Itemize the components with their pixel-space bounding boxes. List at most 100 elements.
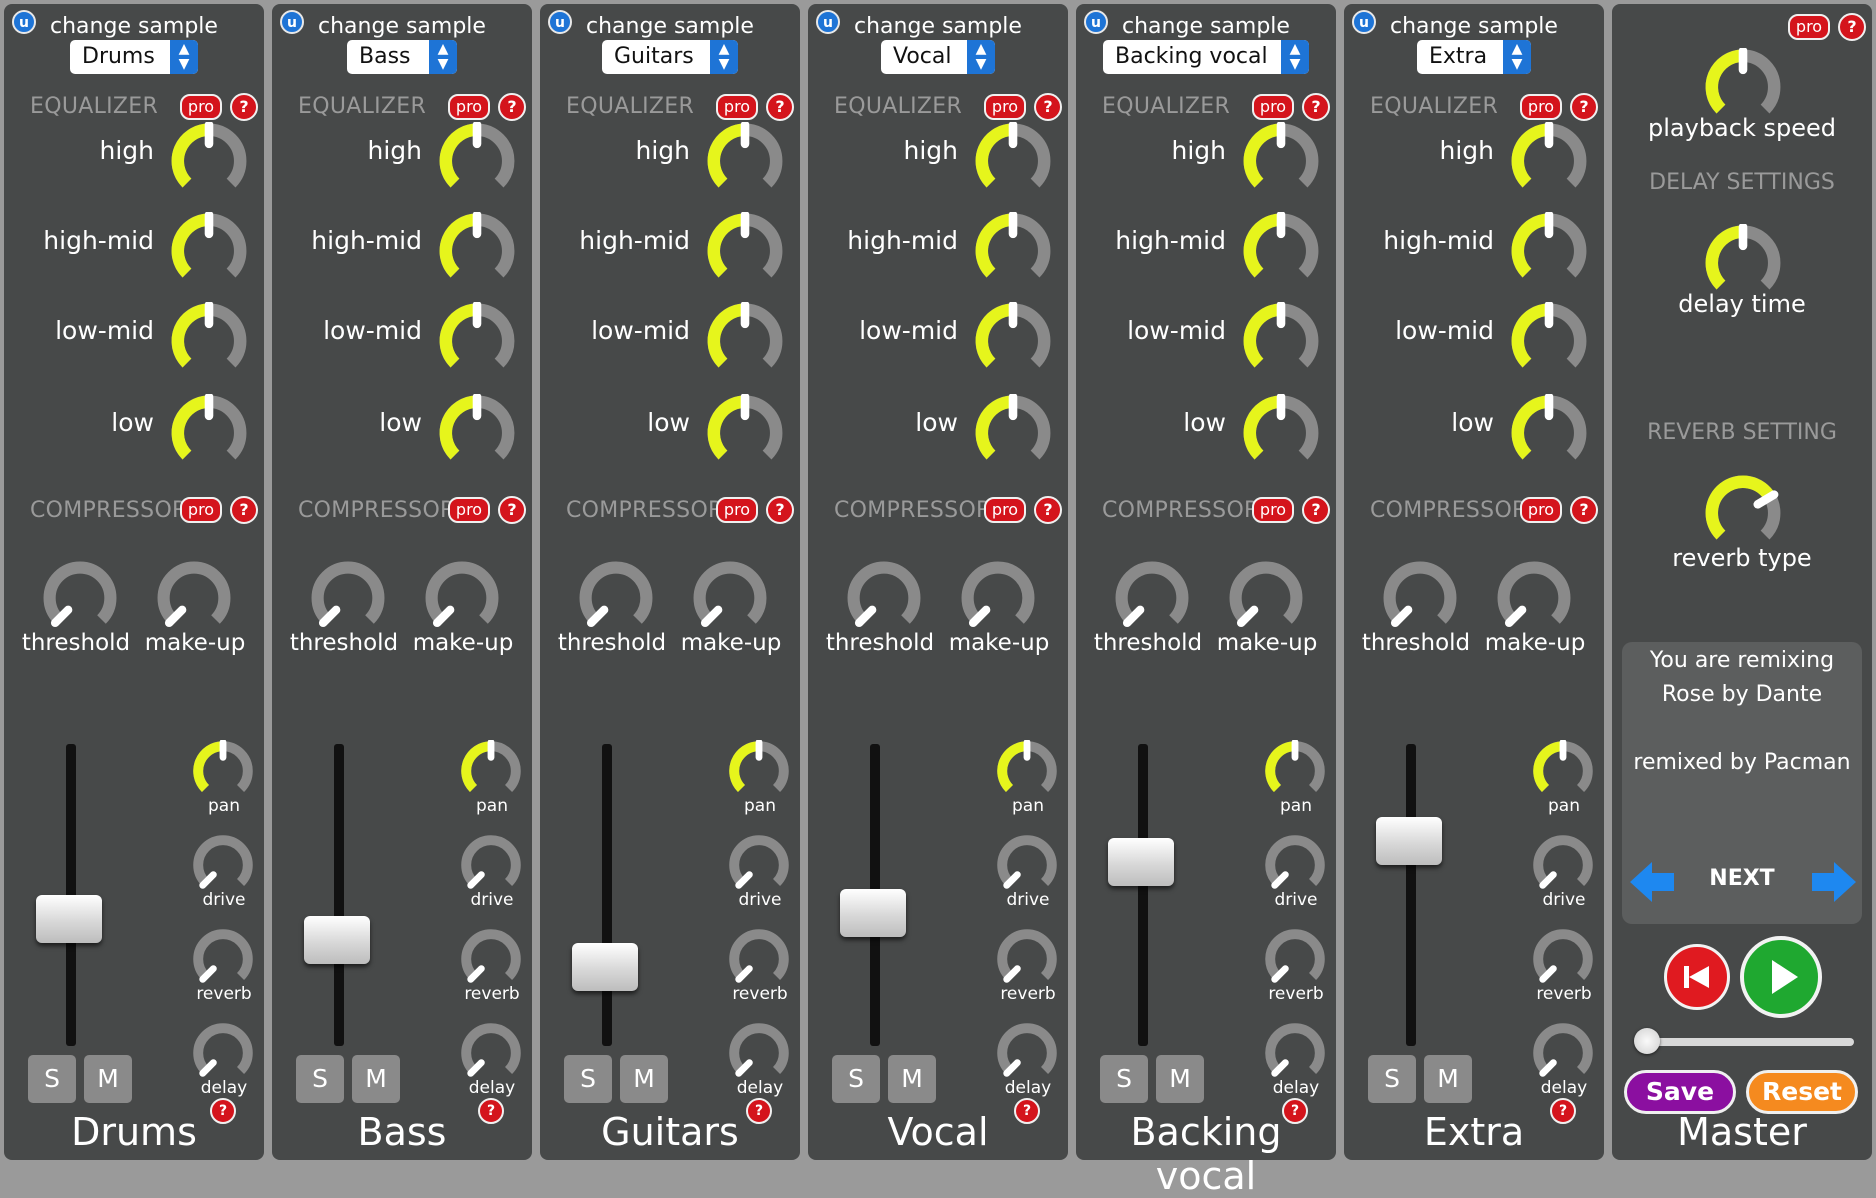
help-badge[interactable]: ?	[1838, 13, 1866, 41]
reverb-knob[interactable]	[460, 928, 522, 990]
drive-knob[interactable]	[1264, 834, 1326, 896]
pan-knob[interactable]	[728, 738, 790, 802]
pro-badge[interactable]: pro	[1252, 94, 1294, 120]
pro-badge[interactable]: pro	[180, 497, 222, 523]
pro-badge[interactable]: pro	[1788, 14, 1830, 40]
eq-knob-high-mid[interactable]	[1242, 210, 1320, 290]
eq-knob-high[interactable]	[974, 120, 1052, 200]
sample-select[interactable]: Bass ▲ ▼	[347, 40, 457, 74]
pan-knob[interactable]	[1264, 738, 1326, 802]
reverb-knob[interactable]	[1264, 928, 1326, 990]
eq-knob-high-mid[interactable]	[706, 210, 784, 290]
pro-badge[interactable]: pro	[448, 497, 490, 523]
solo-button[interactable]: S	[832, 1055, 880, 1103]
pro-badge[interactable]: pro	[716, 94, 758, 120]
compressor-threshold-knob[interactable]	[1114, 560, 1190, 636]
help-badge[interactable]: ?	[498, 93, 526, 121]
delay-knob[interactable]	[192, 1022, 254, 1084]
compressor-threshold-knob[interactable]	[578, 560, 654, 636]
compressor-makeup-knob[interactable]	[1228, 560, 1304, 636]
eq-knob-high[interactable]	[1510, 120, 1588, 200]
volume-fader-handle[interactable]	[304, 916, 370, 965]
reverb-knob[interactable]	[996, 928, 1058, 990]
reverb-type-knob[interactable]	[1704, 474, 1782, 552]
reverb-knob[interactable]	[1532, 928, 1594, 990]
volume-fader-handle[interactable]	[572, 943, 638, 992]
rewind-button[interactable]	[1664, 944, 1730, 1010]
delay-knob[interactable]	[460, 1022, 522, 1084]
sample-select[interactable]: Guitars ▲ ▼	[602, 40, 738, 74]
help-badge[interactable]: ?	[1034, 496, 1062, 524]
compressor-makeup-knob[interactable]	[156, 560, 232, 636]
help-badge[interactable]: ?	[230, 93, 258, 121]
eq-knob-low[interactable]	[706, 392, 784, 472]
save-button[interactable]: Save	[1624, 1070, 1736, 1114]
mute-button[interactable]: M	[352, 1055, 400, 1103]
pro-badge[interactable]: pro	[1252, 497, 1294, 523]
help-badge[interactable]: ?	[1302, 496, 1330, 524]
next-arrow-icon[interactable]	[1810, 860, 1858, 904]
pro-badge[interactable]: pro	[448, 94, 490, 120]
compressor-makeup-knob[interactable]	[692, 560, 768, 636]
compressor-makeup-knob[interactable]	[960, 560, 1036, 636]
pro-badge[interactable]: pro	[180, 94, 222, 120]
playback-position-track[interactable]	[1642, 1038, 1854, 1046]
play-button[interactable]	[1740, 936, 1822, 1018]
compressor-threshold-knob[interactable]	[310, 560, 386, 636]
drive-knob[interactable]	[192, 834, 254, 896]
help-badge[interactable]: ?	[766, 496, 794, 524]
reset-button[interactable]: Reset	[1746, 1070, 1858, 1114]
help-badge[interactable]: ?	[1034, 93, 1062, 121]
solo-button[interactable]: S	[1100, 1055, 1148, 1103]
mute-button[interactable]: M	[84, 1055, 132, 1103]
volume-fader-handle[interactable]	[36, 895, 102, 944]
mute-button[interactable]: M	[888, 1055, 936, 1103]
solo-button[interactable]: S	[1368, 1055, 1416, 1103]
eq-knob-low-mid[interactable]	[1510, 300, 1588, 380]
mute-button[interactable]: M	[1156, 1055, 1204, 1103]
mute-button[interactable]: M	[1424, 1055, 1472, 1103]
pro-badge[interactable]: pro	[716, 497, 758, 523]
pan-knob[interactable]	[1532, 738, 1594, 802]
solo-button[interactable]: S	[564, 1055, 612, 1103]
mute-button[interactable]: M	[620, 1055, 668, 1103]
sample-select[interactable]: Extra ▲ ▼	[1417, 40, 1531, 74]
eq-knob-low[interactable]	[1510, 392, 1588, 472]
pro-badge[interactable]: pro	[1520, 497, 1562, 523]
eq-knob-high[interactable]	[706, 120, 784, 200]
eq-knob-low-mid[interactable]	[1242, 300, 1320, 380]
solo-button[interactable]: S	[28, 1055, 76, 1103]
help-badge[interactable]: ?	[1302, 93, 1330, 121]
compressor-threshold-knob[interactable]	[42, 560, 118, 636]
compressor-makeup-knob[interactable]	[424, 560, 500, 636]
solo-button[interactable]: S	[296, 1055, 344, 1103]
eq-knob-low[interactable]	[438, 392, 516, 472]
delay-knob[interactable]	[1532, 1022, 1594, 1084]
delay-knob[interactable]	[996, 1022, 1058, 1084]
drive-knob[interactable]	[1532, 834, 1594, 896]
pan-knob[interactable]	[996, 738, 1058, 802]
eq-knob-high-mid[interactable]	[1510, 210, 1588, 290]
playback-position-handle[interactable]	[1634, 1028, 1660, 1054]
eq-knob-low-mid[interactable]	[438, 300, 516, 380]
reverb-knob[interactable]	[192, 928, 254, 990]
help-badge[interactable]: ?	[1570, 93, 1598, 121]
pro-badge[interactable]: pro	[984, 497, 1026, 523]
pro-badge[interactable]: pro	[984, 94, 1026, 120]
drive-knob[interactable]	[996, 834, 1058, 896]
drive-knob[interactable]	[460, 834, 522, 896]
eq-knob-high-mid[interactable]	[974, 210, 1052, 290]
help-badge[interactable]: ?	[1570, 496, 1598, 524]
volume-fader-handle[interactable]	[1108, 837, 1174, 886]
pan-knob[interactable]	[460, 738, 522, 802]
reverb-knob[interactable]	[728, 928, 790, 990]
pan-knob[interactable]	[192, 738, 254, 802]
sample-select[interactable]: Backing vocal ▲ ▼	[1103, 40, 1309, 74]
help-badge[interactable]: ?	[498, 496, 526, 524]
eq-knob-low-mid[interactable]	[706, 300, 784, 380]
sample-select[interactable]: Drums ▲ ▼	[70, 40, 198, 74]
compressor-threshold-knob[interactable]	[1382, 560, 1458, 636]
eq-knob-low[interactable]	[974, 392, 1052, 472]
drive-knob[interactable]	[728, 834, 790, 896]
eq-knob-high-mid[interactable]	[438, 210, 516, 290]
